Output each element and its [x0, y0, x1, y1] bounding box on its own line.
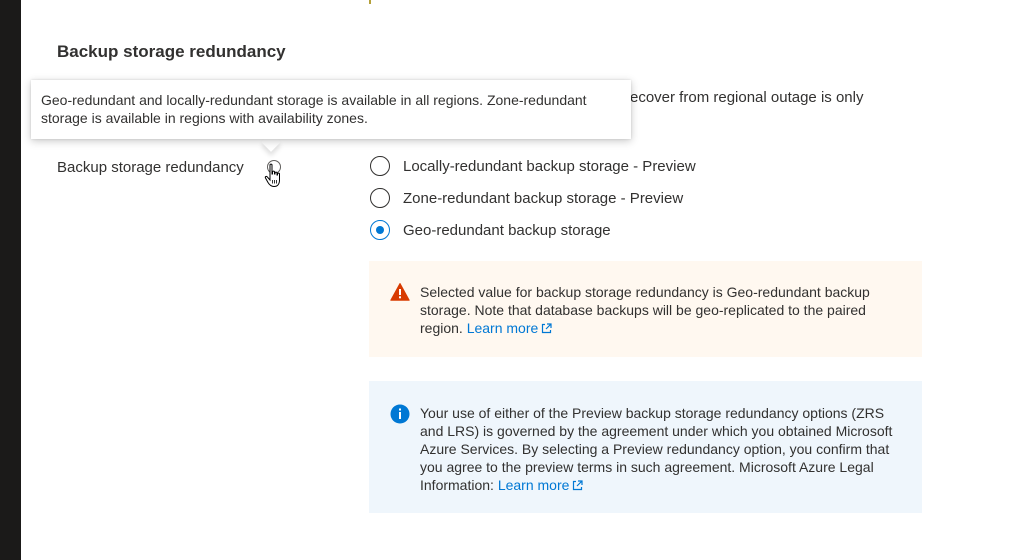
info-learn-more-link[interactable]: Learn more — [498, 477, 584, 493]
section-description-text: recover from regional outage is only — [625, 89, 864, 106]
left-edge-bar — [0, 0, 21, 560]
radio-option-locally-redundant[interactable]: Locally-redundant backup storage - Previ… — [370, 150, 696, 182]
warning-learn-more-label: Learn more — [466, 320, 539, 336]
warning-icon — [390, 283, 410, 301]
radio-button-selected[interactable] — [370, 220, 390, 240]
radio-button[interactable] — [370, 188, 390, 208]
radio-option-geo-redundant[interactable]: Geo-redundant backup storage — [370, 214, 696, 246]
radio-label: Zone-redundant backup storage - Preview — [403, 189, 684, 207]
radio-option-zone-redundant[interactable]: Zone-redundant backup storage - Preview — [370, 182, 696, 214]
info-message-bar: Your use of either of the Preview backup… — [369, 381, 922, 513]
info-message-text: Your use of either of the Preview backup… — [420, 404, 906, 494]
backup-redundancy-label: Backup storage redundancy — [57, 159, 244, 176]
info-text: Your use of either of the Preview backup… — [420, 405, 893, 493]
info-learn-more-label: Learn more — [497, 477, 570, 493]
external-link-icon — [573, 480, 584, 491]
warning-message-bar: Selected value for backup storage redund… — [369, 261, 922, 357]
hand-cursor-icon — [264, 163, 280, 188]
info-icon — [390, 404, 410, 424]
radio-label: Geo-redundant backup storage — [403, 221, 611, 239]
redundancy-radio-group: Locally-redundant backup storage - Previ… — [370, 150, 696, 246]
section-title: Backup storage redundancy — [57, 42, 286, 61]
tooltip-callout: Geo-redundant and locally-redundant stor… — [31, 80, 631, 139]
radio-label: Locally-redundant backup storage - Previ… — [403, 157, 696, 175]
radio-button[interactable] — [370, 156, 390, 176]
warning-learn-more-link[interactable]: Learn more — [467, 320, 553, 336]
top-divider-mark — [369, 0, 371, 4]
tooltip-text: Geo-redundant and locally-redundant stor… — [41, 92, 587, 126]
external-link-icon — [542, 323, 552, 334]
warning-message-text: Selected value for backup storage redund… — [420, 283, 906, 337]
